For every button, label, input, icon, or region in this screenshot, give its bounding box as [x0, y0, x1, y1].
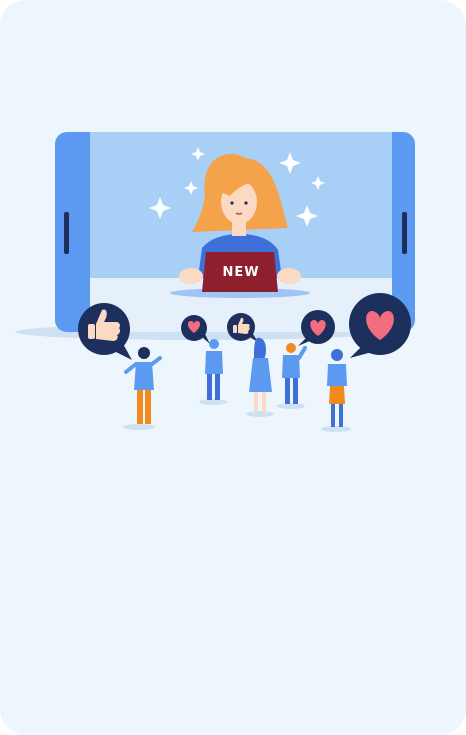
promo-illustration: NEW — [15, 132, 415, 432]
audience-person — [246, 337, 274, 417]
audience-person — [199, 339, 227, 405]
audience-person — [277, 343, 307, 409]
laptop-label: NEW — [222, 265, 259, 280]
reaction-bubble-heart-large — [349, 293, 411, 358]
audience — [123, 337, 351, 432]
card: NEW — [0, 0, 466, 735]
phone-side-button-left — [64, 212, 69, 254]
audience-person — [321, 349, 351, 432]
phone-side-button-right — [402, 212, 407, 254]
audience-person — [123, 347, 162, 430]
